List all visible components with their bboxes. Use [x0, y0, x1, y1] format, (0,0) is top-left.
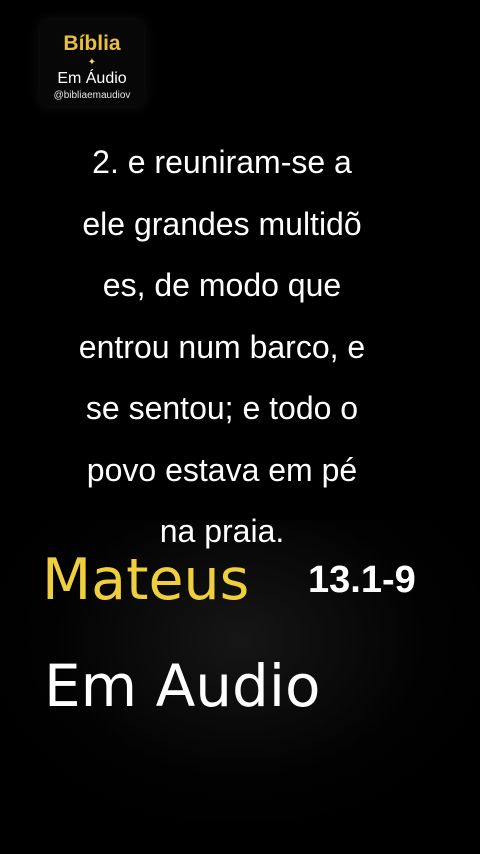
logo-handle: @bibliaemaudiov	[53, 90, 131, 101]
channel-logo: Bíblia ✦ Em Áudio @bibliaemaudiov	[40, 20, 144, 106]
logo-title: Bíblia	[63, 32, 121, 55]
verse-text: 2. e reuniram-se a ele grandes multidõ e…	[0, 132, 444, 563]
verse-line: povo estava em pé	[86, 451, 358, 488]
sparkle-icon: ✦	[87, 57, 97, 68]
verse-line: se sentou; e todo o	[85, 390, 359, 426]
book-name: Mateus	[42, 547, 250, 613]
video-frame: Bíblia ✦ Em Áudio @bibliaemaudiov 2. e r…	[0, 0, 480, 854]
logo-subtitle: Em Áudio	[57, 70, 127, 87]
verse-line: 2. e reuniram-se a	[92, 144, 352, 180]
audio-caption: Em Audio	[44, 652, 321, 720]
verse-line: entrou num barco, e	[78, 328, 366, 365]
verse-line: ele grandes multidõ	[82, 205, 362, 242]
verse-line: es, de modo que	[102, 267, 342, 303]
chapter-verse-reference: 13.1-9	[308, 559, 416, 601]
